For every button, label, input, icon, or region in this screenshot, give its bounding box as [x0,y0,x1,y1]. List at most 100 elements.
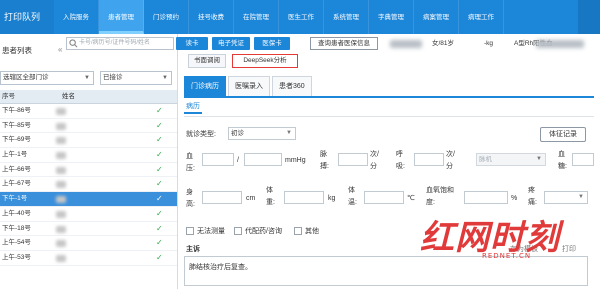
patient-queue-table: 序号 姓名 下午-86号 ✓ 下午-85号 ✓ 下午-69号 ✓ 上午-1号 ✓ 上午-… [0,90,177,266]
status-select-value: 已接诊 [103,74,123,81]
table-row[interactable]: 上午-1号 ✓ [0,148,177,163]
row-number: 上午-66号 [2,165,31,173]
row-number: 下午-1号 [2,195,28,203]
tab-patient-360[interactable]: 患者360 [272,76,312,96]
column-header-number: 序号 [2,93,15,100]
redacted-name [56,181,66,189]
search-placeholder: 卡号/病历号/证件号码/姓名 [79,40,151,46]
proxy-prescription-checkbox[interactable] [234,227,242,235]
table-row[interactable]: 下午-69号 ✓ [0,133,177,149]
redacted-name [56,152,66,160]
dept-select[interactable]: 选辖区全部门诊 ▼ [0,71,94,85]
height-input[interactable] [202,191,242,204]
nav-tab-admission[interactable]: 入院服务 [54,0,99,34]
glucose-input[interactable] [572,153,594,166]
table-row[interactable]: 下午-18号 ✓ [0,222,177,237]
brand-title: 打印队列 [0,0,54,34]
insurance-card-button[interactable]: 医保卡 [254,37,290,50]
tab-order-entry[interactable]: 医嘱录入 [228,76,270,96]
record-section-tabs: 门诊病历 医嘱录入 患者360 [184,76,314,96]
table-row[interactable]: 下午-86号 ✓ [0,104,177,119]
bp-systolic-input[interactable] [202,153,234,166]
nav-tab-system[interactable]: 系统管理 [324,0,369,34]
pulse-source-select[interactable]: 脉机 ▼ [476,153,546,166]
pulse-unit-suffix: 分 [370,163,377,170]
respiration-input[interactable] [414,153,444,166]
column-header-name: 姓名 [62,93,75,100]
patient-list-title: 患者列表 [2,46,32,55]
tab-document-review[interactable]: 书面调阅 [188,54,226,68]
respiration-unit: 次/ [446,151,455,158]
bp-separator: / [237,157,239,164]
pain-label-suffix: 痛: [528,199,537,206]
tab-deepseek-analysis[interactable]: DeepSeek分析 [232,54,298,68]
redacted-name [56,196,66,204]
table-row[interactable]: 上午-67号 ✓ [0,177,177,193]
temperature-label-suffix: 温: [348,199,357,206]
table-row-selected[interactable]: 下午-1号 ✓ [0,192,177,207]
nav-tab-records[interactable]: 病案管理 [414,0,459,34]
table-row[interactable]: 上午-53号 ✓ [0,251,177,266]
tab-outpatient-record[interactable]: 门诊病历 [184,76,226,96]
table-row[interactable]: 上午-40号 ✓ [0,207,177,222]
table-row[interactable]: 上午-54号 ✓ [0,236,177,251]
temperature-label: 体 [348,187,355,194]
check-icon: ✓ [156,179,163,189]
tab-underline [184,96,594,98]
unable-to-measure-checkbox[interactable] [186,227,194,235]
visit-type-select[interactable]: 初诊 ▼ [228,127,296,140]
pulse-label-suffix: 搏: [320,163,329,170]
nav-tab-dictionary[interactable]: 字典管理 [369,0,414,34]
bp-diastolic-input[interactable] [244,153,282,166]
table-row[interactable]: 下午-85号 ✓ [0,119,177,134]
nav-tab-inpatient[interactable]: 在院管理 [234,0,279,34]
read-card-button[interactable]: 读卡 [176,37,208,50]
height-label-suffix: 高: [186,201,195,208]
weight-label: 体 [266,187,273,194]
chief-complaint-title: 主诉 [186,246,200,253]
redacted-name [56,137,66,145]
pulse-input[interactable] [338,153,368,166]
table-row[interactable]: 上午-66号 ✓ [0,163,177,178]
patient-list-panel: 患者列表 « 选辖区全部门诊 ▼ 已接诊 ▼ 序号 姓名 下午-86号 ✓ 下午-… [0,34,178,289]
height-label: 身 [186,189,193,196]
other-checkbox[interactable] [294,227,302,235]
nav-tab-registration[interactable]: 挂号收费 [189,0,234,34]
news-watermark: 红网时刻 REDNET.CN [420,210,585,275]
row-number: 上午-40号 [2,209,31,217]
top-nav-bar: 打印队列 入院服务 患者管理 门诊预约 挂号收费 在院管理 医生工作 系统管理 … [0,0,600,34]
row-number: 下午-18号 [2,224,31,232]
check-icon: ✓ [156,164,163,174]
check-icon: ✓ [156,120,163,130]
nav-tab-outpatient-appointment[interactable]: 门诊预约 [144,0,189,34]
respiration-label-suffix: 吸: [396,163,405,170]
nav-tab-patient-management[interactable]: 患者管理 [99,0,144,34]
pain-select[interactable]: ▼ [544,191,588,204]
bp-label-suffix: 压: [186,165,195,172]
query-insurance-button[interactable]: 查询患者医保信息 [310,37,378,50]
spo2-input[interactable] [464,191,508,204]
redacted-name [56,225,66,233]
weight-input[interactable] [284,191,324,204]
tab-medical-record[interactable]: 病历 [184,100,202,114]
nav-tab-pathology[interactable]: 病理工作 [459,0,504,34]
row-number: 上午-67号 [2,180,31,188]
spo2-label: 血氧饱和 [426,187,454,194]
redacted-name [56,210,66,218]
patient-search-input[interactable]: 卡号/病历号/证件号码/姓名 [66,37,174,50]
vital-signs-record-button[interactable]: 体征记录 [540,127,586,142]
chevron-down-icon: ▼ [84,75,90,81]
chevron-down-icon: ▼ [536,156,542,162]
status-select[interactable]: 已接诊 ▼ [100,71,172,85]
check-icon: ✓ [156,150,163,160]
spo2-unit: % [511,195,518,202]
nav-tab-doctor-work[interactable]: 医生工作 [279,0,324,34]
pain-label: 疼 [528,187,535,194]
other-label: 其他 [305,228,319,235]
redacted-name [56,240,66,248]
check-icon: ✓ [156,106,163,115]
check-icon: ✓ [156,194,163,204]
temperature-input[interactable] [364,191,404,204]
e-voucher-button[interactable]: 电子凭证 [212,37,250,50]
bp-label: 血 [186,153,193,160]
